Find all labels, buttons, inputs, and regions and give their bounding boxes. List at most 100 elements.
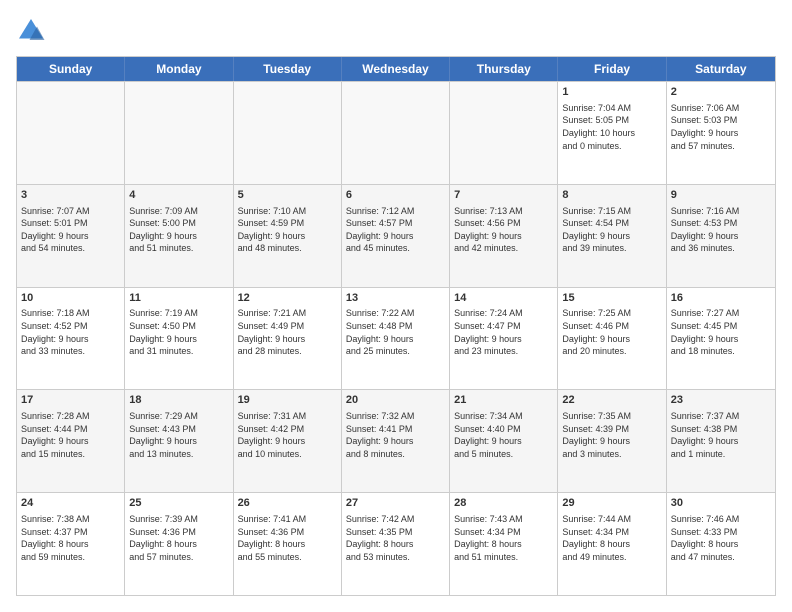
calendar-cell-23: 23 Sunrise: 7:37 AM Sunset: 4:38 PM Dayli… [667, 390, 775, 492]
calendar-cell-6: 6 Sunrise: 7:12 AM Sunset: 4:57 PM Daylig… [342, 185, 450, 287]
cell-info-1: Sunrise: 7:04 AM Sunset: 5:05 PM Dayligh… [562, 102, 661, 152]
cell-date-18: 18 [129, 393, 228, 408]
calendar-cell-3: 3 Sunrise: 7:07 AM Sunset: 5:01 PM Daylig… [17, 185, 125, 287]
cell-info-19: Sunrise: 7:31 AM Sunset: 4:42 PM Dayligh… [238, 410, 337, 460]
cell-date-13: 13 [346, 291, 445, 306]
calendar-cell-13: 13Sunrise: 7:22 AM Sunset: 4:48 PM Dayli… [342, 288, 450, 390]
header-area [16, 16, 776, 46]
cell-info-14: Sunrise: 7:24 AM Sunset: 4:47 PM Dayligh… [454, 307, 553, 357]
calendar-cell-22: 22 Sunrise: 7:35 AM Sunset: 4:39 PM Dayli… [558, 390, 666, 492]
cell-date-15: 15 [562, 291, 661, 306]
cell-info-2: Sunrise: 7:06 AM Sunset: 5:03 PM Dayligh… [671, 102, 771, 152]
cell-info-29: Sunrise: 7:44 AM Sunset: 4:34 PM Dayligh… [562, 513, 661, 563]
cell-info-15: Sunrise: 7:25 AM Sunset: 4:46 PM Dayligh… [562, 307, 661, 357]
cell-info-28: Sunrise: 7:43 AM Sunset: 4:34 PM Dayligh… [454, 513, 553, 563]
cell-date-14: 14 [454, 291, 553, 306]
page: SundayMondayTuesdayWednesdayThursdayFrid… [0, 0, 792, 612]
cell-date-2: 2 [671, 85, 771, 100]
cell-info-8: Sunrise: 7:15 AM Sunset: 4:54 PM Dayligh… [562, 205, 661, 255]
cell-info-17: Sunrise: 7:28 AM Sunset: 4:44 PM Dayligh… [21, 410, 120, 460]
cell-date-3: 3 [21, 188, 120, 203]
cell-date-9: 9 [671, 188, 771, 203]
empty-cell [342, 82, 450, 184]
empty-cell [450, 82, 558, 184]
day-header-thursday: Thursday [450, 57, 558, 81]
cell-date-11: 11 [129, 291, 228, 306]
calendar-cell-26: 26 Sunrise: 7:41 AM Sunset: 4:36 PM Dayli… [234, 493, 342, 595]
cell-info-12: Sunrise: 7:21 AM Sunset: 4:49 PM Dayligh… [238, 307, 337, 357]
cell-info-3: Sunrise: 7:07 AM Sunset: 5:01 PM Dayligh… [21, 205, 120, 255]
calendar-cell-25: 25 Sunrise: 7:39 AM Sunset: 4:36 PM Dayli… [125, 493, 233, 595]
calendar-cell-29: 29 Sunrise: 7:44 AM Sunset: 4:34 PM Dayli… [558, 493, 666, 595]
cell-date-17: 17 [21, 393, 120, 408]
calendar-cell-21: 21Sunrise: 7:34 AM Sunset: 4:40 PM Dayli… [450, 390, 558, 492]
calendar-cell-17: 17 Sunrise: 7:28 AM Sunset: 4:44 PM Dayli… [17, 390, 125, 492]
cell-info-9: Sunrise: 7:16 AM Sunset: 4:53 PM Dayligh… [671, 205, 771, 255]
cell-date-28: 28 [454, 496, 553, 511]
calendar-row-0: 1 Sunrise: 7:04 AM Sunset: 5:05 PM Daylig… [17, 81, 775, 184]
day-header-monday: Monday [125, 57, 233, 81]
calendar-row-4: 24 Sunrise: 7:38 AM Sunset: 4:37 PM Dayli… [17, 492, 775, 595]
calendar-cell-5: 5Sunrise: 7:10 AM Sunset: 4:59 PM Daylig… [234, 185, 342, 287]
day-header-wednesday: Wednesday [342, 57, 450, 81]
logo-icon [16, 16, 46, 46]
calendar-header: SundayMondayTuesdayWednesdayThursdayFrid… [17, 57, 775, 81]
cell-info-30: Sunrise: 7:46 AM Sunset: 4:33 PM Dayligh… [671, 513, 771, 563]
cell-info-10: Sunrise: 7:18 AM Sunset: 4:52 PM Dayligh… [21, 307, 120, 357]
day-header-friday: Friday [558, 57, 666, 81]
calendar-cell-16: 16Sunrise: 7:27 AM Sunset: 4:45 PM Dayli… [667, 288, 775, 390]
cell-date-21: 21 [454, 393, 553, 408]
cell-info-22: Sunrise: 7:35 AM Sunset: 4:39 PM Dayligh… [562, 410, 661, 460]
calendar-row-1: 3 Sunrise: 7:07 AM Sunset: 5:01 PM Daylig… [17, 184, 775, 287]
cell-date-29: 29 [562, 496, 661, 511]
cell-info-20: Sunrise: 7:32 AM Sunset: 4:41 PM Dayligh… [346, 410, 445, 460]
cell-date-22: 22 [562, 393, 661, 408]
cell-info-4: Sunrise: 7:09 AM Sunset: 5:00 PM Dayligh… [129, 205, 228, 255]
calendar-cell-20: 20 Sunrise: 7:32 AM Sunset: 4:41 PM Dayli… [342, 390, 450, 492]
empty-cell [125, 82, 233, 184]
calendar-cell-1: 1 Sunrise: 7:04 AM Sunset: 5:05 PM Daylig… [558, 82, 666, 184]
empty-cell [234, 82, 342, 184]
calendar-cell-8: 8Sunrise: 7:15 AM Sunset: 4:54 PM Daylig… [558, 185, 666, 287]
cell-info-26: Sunrise: 7:41 AM Sunset: 4:36 PM Dayligh… [238, 513, 337, 563]
day-header-tuesday: Tuesday [234, 57, 342, 81]
calendar-cell-24: 24 Sunrise: 7:38 AM Sunset: 4:37 PM Dayli… [17, 493, 125, 595]
cell-date-19: 19 [238, 393, 337, 408]
cell-date-20: 20 [346, 393, 445, 408]
cell-info-18: Sunrise: 7:29 AM Sunset: 4:43 PM Dayligh… [129, 410, 228, 460]
cell-date-26: 26 [238, 496, 337, 511]
calendar-cell-30: 30 Sunrise: 7:46 AM Sunset: 4:33 PM Dayli… [667, 493, 775, 595]
empty-cell [17, 82, 125, 184]
day-header-sunday: Sunday [17, 57, 125, 81]
cell-info-7: Sunrise: 7:13 AM Sunset: 4:56 PM Dayligh… [454, 205, 553, 255]
cell-date-30: 30 [671, 496, 771, 511]
cell-date-10: 10 [21, 291, 120, 306]
cell-date-12: 12 [238, 291, 337, 306]
calendar: SundayMondayTuesdayWednesdayThursdayFrid… [16, 56, 776, 596]
calendar-cell-18: 18 Sunrise: 7:29 AM Sunset: 4:43 PM Dayli… [125, 390, 233, 492]
calendar-cell-19: 19 Sunrise: 7:31 AM Sunset: 4:42 PM Dayli… [234, 390, 342, 492]
cell-info-11: Sunrise: 7:19 AM Sunset: 4:50 PM Dayligh… [129, 307, 228, 357]
cell-info-16: Sunrise: 7:27 AM Sunset: 4:45 PM Dayligh… [671, 307, 771, 357]
cell-date-25: 25 [129, 496, 228, 511]
calendar-cell-11: 11Sunrise: 7:19 AM Sunset: 4:50 PM Dayli… [125, 288, 233, 390]
day-header-saturday: Saturday [667, 57, 775, 81]
cell-info-6: Sunrise: 7:12 AM Sunset: 4:57 PM Dayligh… [346, 205, 445, 255]
calendar-body: 1 Sunrise: 7:04 AM Sunset: 5:05 PM Daylig… [17, 81, 775, 595]
cell-info-25: Sunrise: 7:39 AM Sunset: 4:36 PM Dayligh… [129, 513, 228, 563]
cell-info-5: Sunrise: 7:10 AM Sunset: 4:59 PM Dayligh… [238, 205, 337, 255]
logo [16, 16, 50, 46]
cell-info-23: Sunrise: 7:37 AM Sunset: 4:38 PM Dayligh… [671, 410, 771, 460]
calendar-cell-4: 4Sunrise: 7:09 AM Sunset: 5:00 PM Daylig… [125, 185, 233, 287]
cell-info-24: Sunrise: 7:38 AM Sunset: 4:37 PM Dayligh… [21, 513, 120, 563]
calendar-row-3: 17 Sunrise: 7:28 AM Sunset: 4:44 PM Dayli… [17, 389, 775, 492]
cell-date-6: 6 [346, 188, 445, 203]
cell-date-7: 7 [454, 188, 553, 203]
cell-date-16: 16 [671, 291, 771, 306]
calendar-row-2: 10Sunrise: 7:18 AM Sunset: 4:52 PM Dayli… [17, 287, 775, 390]
calendar-cell-15: 15Sunrise: 7:25 AM Sunset: 4:46 PM Dayli… [558, 288, 666, 390]
cell-date-24: 24 [21, 496, 120, 511]
calendar-cell-2: 2 Sunrise: 7:06 AM Sunset: 5:03 PM Daylig… [667, 82, 775, 184]
cell-date-23: 23 [671, 393, 771, 408]
cell-date-1: 1 [562, 85, 661, 100]
